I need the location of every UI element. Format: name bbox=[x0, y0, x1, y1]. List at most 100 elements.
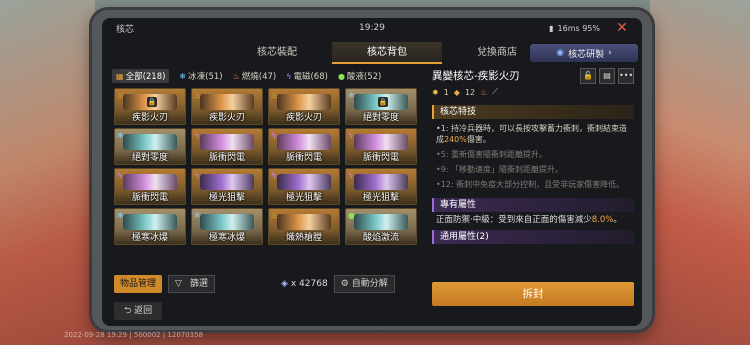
weapon-core-image bbox=[200, 214, 254, 230]
core-item[interactable]: ϟ 極光狙擊 bbox=[191, 168, 263, 205]
signal-status: ▮ 16ms 95% bbox=[549, 23, 600, 33]
star-icon: ✸ bbox=[432, 87, 439, 97]
tab-core-equip[interactable]: 核芯裝配 bbox=[222, 42, 332, 64]
filter-all[interactable]: ▦ 全部(218) bbox=[112, 69, 170, 83]
section-general-attribute[interactable]: 通用屬性(2) bbox=[432, 230, 634, 244]
weapon-core-image bbox=[123, 174, 177, 190]
material-icon: ◈ bbox=[280, 279, 288, 289]
core-item[interactable]: ♨ 疾影火刃 bbox=[191, 88, 263, 125]
item-name: 極光狙擊 bbox=[208, 193, 245, 203]
more-button[interactable]: ••• bbox=[618, 68, 634, 84]
element-filter-bar: ▦ 全部(218) ❄ 冰凍(51) ♨ 燃燒(47) ϟ 電磁(68) ● 酸… bbox=[112, 68, 420, 84]
item-name: 脈衝閃電 bbox=[285, 153, 322, 163]
weapon-core-image bbox=[123, 134, 177, 150]
detail-stats: ✸ 1 ◆ 12 ♨ ⟋ bbox=[432, 87, 498, 97]
grid-icon: ▦ bbox=[116, 71, 124, 81]
close-button[interactable]: ✕ bbox=[614, 21, 630, 37]
core-item[interactable]: ♨ 疾影火刃 bbox=[268, 88, 340, 125]
item-manage-button[interactable]: 物品管理 bbox=[114, 275, 163, 293]
skill-line-1: •1: 持冷兵器時，可以長按攻擊蓄力衝刺，衝刺結束造成240%傷害。 bbox=[436, 124, 628, 144]
item-name: 脈衝閃電 bbox=[131, 193, 168, 203]
weapon-core-image bbox=[277, 134, 331, 150]
compare-button[interactable]: ▤ bbox=[599, 68, 615, 84]
skill-line-5: •5: 重新傷害隨衝刺距離提升。 bbox=[436, 150, 548, 159]
weapon-core-image bbox=[354, 174, 408, 190]
close-icon: ✕ bbox=[616, 20, 628, 36]
core-detail-panel: 異變核芯-疾影火刃 ✸ 1 ◆ 12 ♨ ⟋ 🔓 ▤ ••• 核芯特技 •1: … bbox=[432, 68, 634, 320]
item-name: 脈衝閃電 bbox=[208, 153, 245, 163]
filter-frost[interactable]: ❄ 冰凍(51) bbox=[179, 70, 222, 83]
lightning-icon: ϟ bbox=[194, 131, 200, 140]
lightning-icon: ϟ bbox=[348, 131, 354, 140]
filter-shock[interactable]: ϟ 電磁(68) bbox=[286, 70, 328, 83]
unlock-icon: 🔓 bbox=[583, 71, 593, 80]
core-item[interactable]: ϟ 脈衝閃電 bbox=[268, 128, 340, 165]
lightning-icon: ϟ bbox=[348, 171, 354, 180]
tab-core-backpack[interactable]: 核芯背包 bbox=[332, 42, 442, 64]
unseal-button[interactable]: 拆封 bbox=[432, 282, 634, 306]
weapon-core-image bbox=[200, 94, 254, 110]
flame-icon: ♨ bbox=[232, 71, 240, 81]
window-title: 核芯 bbox=[116, 24, 135, 35]
weapon-core-image bbox=[200, 134, 254, 150]
item-name: 極寒冰爆 bbox=[208, 233, 245, 243]
core-item[interactable]: ♨ 🔒 疾影火刃 bbox=[114, 88, 186, 125]
core-item[interactable]: ϟ 脈衝閃電 bbox=[114, 168, 186, 205]
core-item[interactable]: ♨ 熾熱槍膛 bbox=[268, 208, 340, 245]
skill-line-12: •12: 衝刺中免疫大部分控制，且受非玩家傷害降低。 bbox=[436, 180, 625, 189]
core-item[interactable]: ϟ 極光狙擊 bbox=[268, 168, 340, 205]
detail-actions: 🔓 ▤ ••• bbox=[580, 68, 634, 84]
item-name: 疾影火刃 bbox=[285, 113, 322, 123]
tab-bar: 核芯裝配 核芯背包 兌換商店 ◉ 核芯研製 › bbox=[222, 42, 642, 64]
lock-icon: 🔒 bbox=[147, 97, 157, 107]
weapon-core-image bbox=[277, 214, 331, 230]
lightning-icon: ϟ bbox=[286, 71, 292, 81]
core-item[interactable]: ϟ 極光狙擊 bbox=[345, 168, 417, 205]
item-name: 極光狙擊 bbox=[362, 193, 399, 203]
weapon-core-image bbox=[277, 94, 331, 110]
core-research-button[interactable]: ◉ 核芯研製 › bbox=[530, 44, 638, 62]
droplet-icon: ● bbox=[337, 71, 345, 81]
status-bar: 核芯 19:29 ▮ 16ms 95% ✕ bbox=[102, 18, 642, 38]
skill-line-9: •9: 「移動速度」隨衝刺距離提升。 bbox=[436, 165, 564, 174]
core-item[interactable]: ❄ 絕對零度 bbox=[114, 128, 186, 165]
lightning-icon: ϟ bbox=[194, 171, 200, 180]
weapon-core-image bbox=[123, 214, 177, 230]
level-icon: ◆ bbox=[453, 87, 460, 97]
section-core-skill: 核芯特技 bbox=[432, 105, 634, 119]
signal-icon: ▮ bbox=[549, 23, 554, 33]
filter-button[interactable]: ▽ 篩選 bbox=[168, 275, 215, 293]
item-name: 絕對零度 bbox=[362, 113, 399, 123]
lightning-icon: ϟ bbox=[271, 171, 277, 180]
item-name: 脈衝閃電 bbox=[362, 153, 399, 163]
flame-icon: ♨ bbox=[480, 87, 488, 97]
core-item[interactable]: ❄ 🔒 絕對零度 bbox=[345, 88, 417, 125]
item-name: 極寒冰爆 bbox=[131, 233, 168, 243]
lightning-icon: ϟ bbox=[271, 131, 277, 140]
weapon-core-image bbox=[354, 214, 408, 230]
item-name: 疾影火刃 bbox=[131, 113, 168, 123]
core-item[interactable]: ● 酸焰激流 bbox=[345, 208, 417, 245]
item-name: 疾影火刃 bbox=[208, 113, 245, 123]
background-right bbox=[650, 0, 750, 345]
core-item[interactable]: ϟ 脈衝閃電 bbox=[345, 128, 417, 165]
core-inventory-grid: ♨ 🔒 疾影火刃 ♨ 疾影火刃 ♨ 疾影火刃 ❄ 🔒 絕對零度 ❄ 絕對零度 ϟ… bbox=[114, 88, 420, 245]
item-name: 熾熱槍膛 bbox=[285, 233, 322, 243]
filter-acid[interactable]: ● 酸液(52) bbox=[337, 70, 381, 83]
gear-icon: ⚙ bbox=[340, 279, 349, 289]
core-item[interactable]: ❄ 極寒冰爆 bbox=[114, 208, 186, 245]
core-item[interactable]: ϟ 脈衝閃電 bbox=[191, 128, 263, 165]
filter-icon: ▽ bbox=[175, 279, 182, 289]
core-item[interactable]: ❄ 極寒冰爆 bbox=[191, 208, 263, 245]
screenshot-watermark: 2022-09-28 19:29 | 500002 | 12070358 bbox=[64, 331, 204, 339]
item-name: 絕對零度 bbox=[131, 153, 168, 163]
core-screen: 核芯 19:29 ▮ 16ms 95% ✕ 核芯裝配 核芯背包 兌換商店 ◉ 核… bbox=[102, 18, 642, 326]
filter-burn[interactable]: ♨ 燃燒(47) bbox=[232, 70, 277, 83]
snowflake-icon: ❄ bbox=[179, 71, 187, 81]
auto-decompose-button[interactable]: ⚙ 自動分解 bbox=[333, 275, 395, 293]
lightning-icon: ϟ bbox=[117, 171, 123, 180]
back-button[interactable]: ⮌ 返回 bbox=[114, 302, 163, 320]
back-arrow-icon: ⮌ bbox=[124, 306, 135, 316]
unlock-button[interactable]: 🔓 bbox=[580, 68, 596, 84]
weapon-core-image bbox=[200, 174, 254, 190]
